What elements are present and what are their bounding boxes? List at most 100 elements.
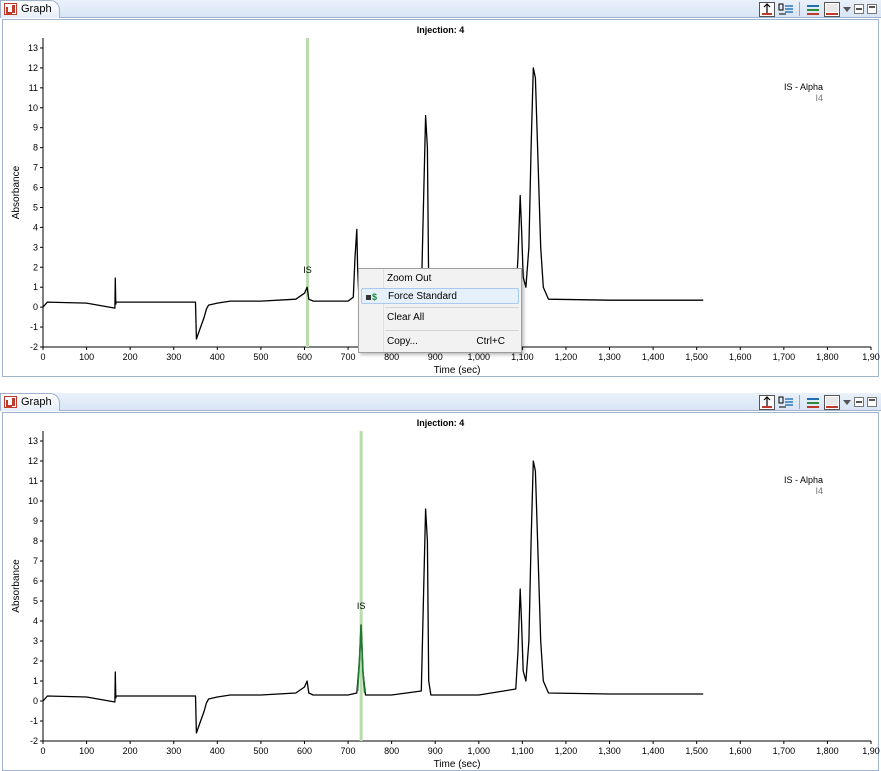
y-tick-label: 4 xyxy=(33,222,38,232)
marker-label: IS xyxy=(303,265,312,275)
absorbance-chart[interactable]: Injection: 4-2-10123456789101112130 100 20… xyxy=(3,413,880,770)
y-tick-label: 2 xyxy=(33,656,38,666)
minimize-icon[interactable] xyxy=(854,397,864,407)
menu-item-force-standard[interactable]: $ Force Standard xyxy=(361,288,519,304)
x-tick-label: 800 xyxy=(384,746,399,756)
y-tick-label: -2 xyxy=(30,736,38,746)
y-tick-label: 1 xyxy=(33,676,38,686)
x-tick-label: 300 xyxy=(166,746,181,756)
pin-marker-icon[interactable] xyxy=(759,1,775,17)
x-tick-label: 1,500 xyxy=(685,746,708,756)
y-tick-label: 3 xyxy=(33,242,38,252)
menu-separator xyxy=(385,307,519,308)
y-tick-label: 9 xyxy=(33,516,38,526)
toolbar-separator xyxy=(799,2,800,16)
background-toggle-icon[interactable] xyxy=(824,1,840,17)
dollar-sign: $ xyxy=(372,292,378,302)
x-tick-label: 1,800 xyxy=(816,352,839,362)
x-axis-label: Time (sec) xyxy=(434,759,481,770)
background-toggle-icon[interactable] xyxy=(824,394,840,410)
x-tick-label: 0 xyxy=(40,352,45,362)
menu-item-zoom-out[interactable]: Zoom Out xyxy=(361,271,519,287)
view-toolbar xyxy=(759,394,877,410)
toolbar-separator xyxy=(799,395,800,409)
x-tick-label: 1,100 xyxy=(511,352,534,362)
menu-item-label: Force Standard xyxy=(388,291,457,302)
tab-label: Graph xyxy=(21,396,52,408)
graph-panel-top: Graph Injection: 4 -2 -1 0 1 2 3 4 5 6 7 8 9 10 11 12 13… xyxy=(0,0,881,377)
x-tick-label: 300 xyxy=(166,352,181,362)
x-tick-label: 100 xyxy=(79,352,94,362)
legend-title: IS - Alpha xyxy=(784,82,823,92)
y-tick-label: 6 xyxy=(33,183,38,193)
y-tick-label: -1 xyxy=(30,322,38,332)
y-tick-label: 12 xyxy=(28,63,38,73)
x-tick-label: 700 xyxy=(341,352,356,362)
series-list-icon[interactable] xyxy=(805,2,821,17)
x-tick-label: 200 xyxy=(123,746,138,756)
y-tick-label: 12 xyxy=(28,456,38,466)
marker-label: IS xyxy=(357,601,366,611)
menu-separator xyxy=(385,330,519,331)
x-tick-label: 500 xyxy=(253,352,268,362)
x-tick-label: 1,100 xyxy=(511,746,534,756)
x-tick-label: 900 xyxy=(428,746,443,756)
x-tick-label: 400 xyxy=(210,352,225,362)
menu-item-label: Clear All xyxy=(387,312,425,323)
x-tick-label: 700 xyxy=(341,746,356,756)
y-tick-label: 1 xyxy=(33,282,38,292)
y-tick-label: 5 xyxy=(33,596,38,606)
tab-label: Graph xyxy=(21,3,52,15)
chart-area[interactable]: Injection: 4 -2 -1 0 1 2 3 4 5 6 7 8 9 10 11 12 13 0 100 20… xyxy=(2,412,880,771)
x-tick-label: 1,600 xyxy=(729,352,752,362)
x-axis-label: Time (sec) xyxy=(434,365,481,376)
pin-marker-icon[interactable] xyxy=(759,394,775,410)
x-tick-label: 600 xyxy=(297,746,312,756)
y-tick-label: 6 xyxy=(33,576,38,586)
x-tick-label: 1,700 xyxy=(773,352,796,362)
x-tick-label: 1,000 xyxy=(468,352,491,362)
legend-settings-icon[interactable] xyxy=(778,395,794,410)
view-menu-icon[interactable] xyxy=(843,399,851,405)
menu-item-clear-all[interactable]: Clear All xyxy=(361,310,519,326)
y-tick-label: 5 xyxy=(33,202,38,212)
y-tick-label: 9 xyxy=(33,123,38,133)
x-tick-label: 1,600 xyxy=(729,746,752,756)
menu-item-label: Zoom Out xyxy=(387,273,432,284)
menu-item-copy[interactable]: Copy... Ctrl+C xyxy=(361,334,519,350)
legend-settings-icon[interactable] xyxy=(778,2,794,17)
view-menu-icon[interactable] xyxy=(843,6,851,12)
tab-graph[interactable]: Graph xyxy=(0,393,60,411)
force-standard-icon: $ xyxy=(366,292,382,302)
x-tick-label: 1,700 xyxy=(773,746,796,756)
y-axis-label: Absorbance xyxy=(11,559,22,613)
y-tick-label: 10 xyxy=(28,496,38,506)
tab-graph[interactable]: Graph xyxy=(0,0,60,18)
y-tick-label: 3 xyxy=(33,636,38,646)
context-menu: Zoom Out $ Force Standard Clear All Copy… xyxy=(358,268,522,353)
tab-bar: Graph xyxy=(0,393,881,411)
y-tick-label: 7 xyxy=(33,556,38,566)
maximize-icon[interactable] xyxy=(867,4,877,14)
minimize-icon[interactable] xyxy=(854,4,864,14)
maximize-icon[interactable] xyxy=(867,397,877,407)
y-tick-label: 8 xyxy=(33,536,38,546)
x-tick-label: 1,200 xyxy=(555,746,578,756)
lock-icon xyxy=(366,295,371,301)
absorbance-trace xyxy=(42,460,704,734)
y-tick-label: -1 xyxy=(30,716,38,726)
series-list-icon[interactable] xyxy=(805,395,821,410)
y-tick-label: -2 xyxy=(30,342,38,352)
x-tick-label: 1,400 xyxy=(642,352,665,362)
legend-entry: I4 xyxy=(815,93,823,103)
x-tick-label: 1,90 xyxy=(862,746,880,756)
y-tick-label: 13 xyxy=(28,43,38,53)
y-tick-label: 10 xyxy=(28,103,38,113)
x-tick-label: 0 xyxy=(40,746,45,756)
x-tick-label: 500 xyxy=(253,746,268,756)
y-tick-label: 7 xyxy=(33,163,38,173)
x-tick-label: 1,200 xyxy=(555,352,578,362)
legend-title: IS - Alpha xyxy=(784,475,823,485)
x-tick-label: 1,90 xyxy=(862,352,880,362)
x-tick-label: 100 xyxy=(79,746,94,756)
